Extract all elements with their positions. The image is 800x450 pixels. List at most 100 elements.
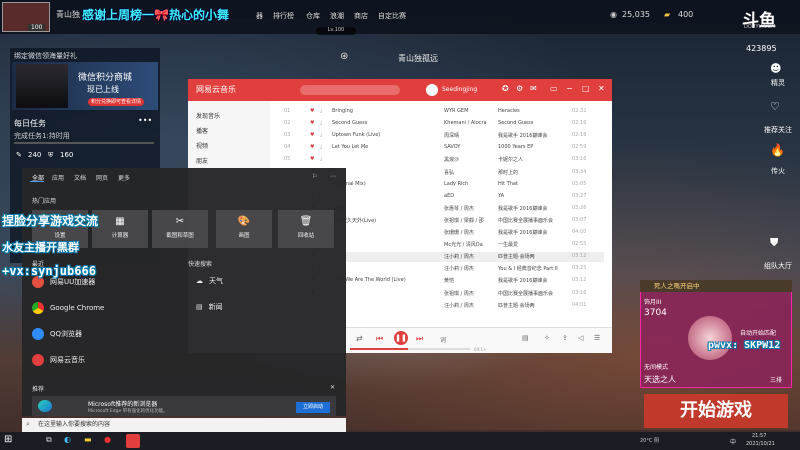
tab-documents[interactable]: 文档 [74, 173, 86, 182]
tile-label: 画图 [238, 233, 250, 239]
next-icon[interactable]: ⏭ [416, 334, 423, 344]
like-icon[interactable]: ♥ [310, 108, 314, 114]
pause-icon[interactable]: ❚❚ [394, 331, 408, 345]
ime-indicator[interactable]: 中 [730, 437, 736, 446]
close-icon[interactable]: ✕ [598, 84, 605, 93]
song-row[interactable]: 01 ♥ ⤓ Bringing WYR GEM Heracles 02:32 [284, 107, 604, 117]
heart-icon[interactable]: ♡ [770, 100, 780, 113]
tab-web[interactable]: 网页 [96, 173, 108, 182]
download-icon[interactable]: ⤓ [320, 156, 322, 162]
pinned-tile[interactable]: ▦ 计算器 [92, 210, 148, 248]
nav-item-shop[interactable]: 商店 [354, 11, 368, 21]
team-size[interactable]: 三排 [770, 375, 782, 384]
song-row[interactable]: 03 ♥ ⤓ Uptown Funk (Live) 周深晴 我是歌手 2016巅峰会 02:… [284, 131, 604, 141]
maximize-icon[interactable]: □ [582, 84, 590, 93]
clock-time[interactable]: 21:57 [752, 433, 766, 439]
song-row[interactable]: 02 ♥ ⤓ Second Guess Khemani / Alocra Second G… [284, 119, 604, 129]
event-banner[interactable]: 死人之嗎开启中 [640, 280, 792, 292]
player-name: 青山独 [56, 10, 80, 19]
taskbar-search-input[interactable]: 在这里输入你要搜索的内容 [22, 418, 346, 432]
like-icon[interactable]: ♥ [310, 156, 314, 162]
share-icon[interactable]: ⇪ [562, 334, 568, 342]
minimize-icon[interactable]: − [566, 84, 573, 93]
rank-label: 饰月III [644, 299, 662, 306]
pinned-tile[interactable]: 🗑 回收站 [278, 210, 334, 248]
tile-label: 计算器 [111, 233, 129, 239]
recent-item[interactable]: QQ浏览器 [32, 328, 82, 340]
mode-name[interactable]: 天选之人 [644, 374, 676, 385]
sidebar-item-podcast[interactable]: 播客 [196, 126, 208, 135]
netease-search-input[interactable] [300, 85, 400, 95]
download-icon[interactable]: ⤓ [320, 108, 322, 114]
nav-item-warehouse[interactable]: 仓库 [306, 11, 320, 21]
pinned-tile[interactable]: 🎨 画图 [216, 210, 272, 248]
song-album: 卡妮尔之人 [498, 157, 524, 164]
more-icon[interactable]: ⋯ [330, 173, 336, 180]
like-icon[interactable]: ♥ [310, 144, 314, 150]
edge-subtitle: Microsoft Edge 带有强化的优化功能。 [88, 409, 168, 414]
more-options-icon[interactable]: ••• [138, 116, 152, 125]
like-icon[interactable]: ♥ [310, 132, 314, 138]
download-icon[interactable]: ⤓ [320, 132, 322, 138]
right-item-sprite[interactable]: 精灵 [760, 78, 796, 88]
tab-more[interactable]: 更多 [118, 173, 130, 182]
game-task-icon[interactable]: ● [104, 435, 111, 444]
netease-username[interactable]: Seedingjing [442, 86, 477, 93]
edge-title: Microsoft推荐的新浏览器 [88, 401, 158, 408]
tab-apps[interactable]: 应用 [52, 173, 64, 182]
user-avatar[interactable] [426, 84, 438, 96]
weather-tray[interactable]: 20°C 阴 [640, 437, 659, 444]
volume-icon[interactable]: ◁ [578, 334, 583, 342]
sidebar-item-friends[interactable]: 朋友 [196, 156, 208, 165]
banner-pill[interactable]: 积分兑换即可查看详情 [88, 98, 144, 106]
download-icon[interactable]: ⤓ [320, 144, 322, 150]
nav-item-ranking[interactable]: 排行榜 [273, 11, 294, 21]
start-game-button[interactable]: 开始游戏 [644, 394, 788, 428]
recent-item[interactable]: 网易云音乐 [32, 354, 85, 366]
effects-icon[interactable]: ✧ [544, 334, 550, 342]
lyrics-icon[interactable]: 词 [440, 335, 446, 344]
feedback-icon[interactable]: ⚐ [312, 173, 317, 180]
pinned-tile[interactable]: ✂ 截图和草图 [152, 210, 208, 248]
team-icon[interactable]: ⛊ [770, 236, 778, 250]
edge-task-icon[interactable]: ◐ [64, 435, 71, 444]
song-row[interactable]: 04 ♥ ⤓ Let You Let Me SAVOY 1000 Years EP 02:5… [284, 143, 604, 153]
auto-match-label[interactable]: 自动开始匹配 [740, 328, 776, 337]
skin-icon[interactable]: ✪ [502, 84, 509, 93]
quick-item-weather[interactable]: ☁ 天气 [196, 276, 223, 286]
edge-launch-button[interactable]: 立即启动 [296, 402, 330, 413]
download-icon[interactable]: ⤓ [320, 120, 322, 126]
quick-item-news[interactable]: ▤ 新闻 [196, 302, 223, 312]
playlist-icon[interactable]: ☰ [594, 334, 600, 342]
like-icon[interactable]: ♥ [310, 120, 314, 126]
sidebar-item-discover[interactable]: 发现音乐 [196, 111, 220, 120]
wechat-bind-header[interactable]: 绑定微信领海量好礼 [14, 51, 77, 61]
close-recommend-icon[interactable]: ✕ [330, 384, 335, 391]
song-album: Heracles [498, 108, 520, 114]
coin-icon: ◉ [610, 10, 617, 19]
right-item-recommend[interactable]: 推荐关注 [760, 125, 796, 135]
nav-item-custom-match[interactable]: 自定比赛 [378, 11, 406, 21]
right-item-team-hall[interactable]: 组队大厅 [760, 261, 796, 271]
right-item-fire[interactable]: 传火 [760, 166, 796, 176]
netease-task-icon[interactable] [126, 434, 140, 448]
recent-item[interactable]: Google Chrome [32, 302, 104, 314]
minimize-mini-icon[interactable]: ▭ [550, 84, 558, 93]
task-view-icon[interactable]: ⧉ [46, 435, 52, 445]
nav-item-tide[interactable]: 浪潮 [330, 11, 344, 21]
clock-date[interactable]: 2021/10/21 [746, 441, 775, 447]
quality-icon[interactable]: ▤ [522, 334, 529, 342]
feather-icon: ✎ [16, 151, 22, 159]
mail-icon[interactable]: ✉ [530, 84, 537, 93]
sidebar-item-video[interactable]: 视频 [196, 141, 208, 150]
prev-icon[interactable]: ⏮ [376, 334, 383, 344]
sprite-icon[interactable]: ☻ [770, 62, 781, 75]
shuffle-icon[interactable]: ⇄ [356, 334, 363, 343]
fire-icon[interactable]: 🔥 [770, 143, 785, 157]
windows-start-icon[interactable]: ⊞ [4, 434, 12, 445]
gold-icon: ▰ [664, 10, 671, 19]
nav-item-equip[interactable]: 器 [256, 11, 263, 21]
explorer-icon[interactable]: ▬ [84, 435, 92, 444]
song-row[interactable]: 05 ♥ ⤓ 黑浪沙 卡妮尔之人 03:16 [284, 155, 604, 165]
settings-icon[interactable]: ⚙ [516, 84, 523, 93]
